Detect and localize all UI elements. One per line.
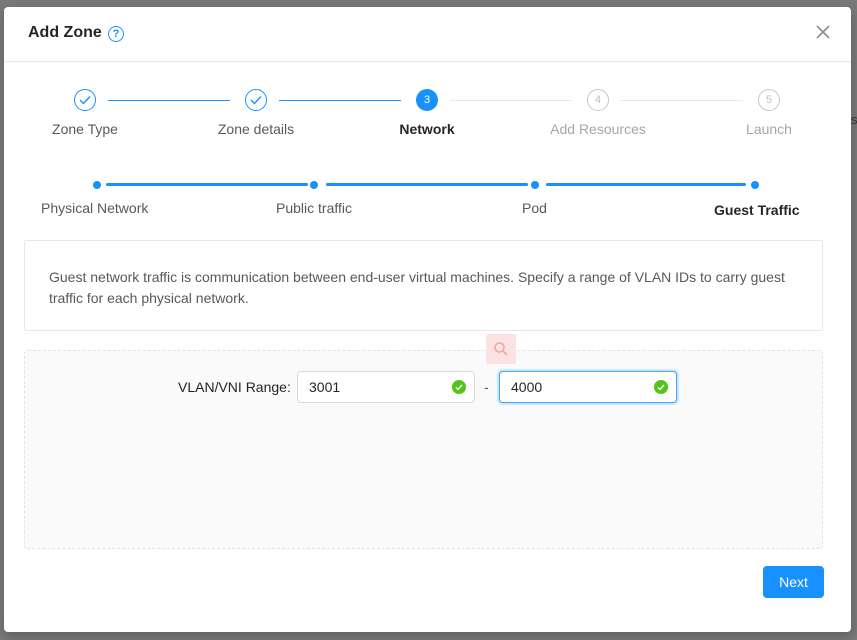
vlan-end-input[interactable]: 4000 [499, 371, 677, 403]
step-add-resources: 4 Add Resources [528, 87, 668, 137]
sub-step-dot [310, 181, 318, 189]
sub-step-dot [93, 181, 101, 189]
step-label: Zone Type [52, 121, 118, 137]
step-zone-details: Zone details [186, 87, 326, 137]
dialog-header: Add Zone ? [4, 7, 851, 62]
step-label: Zone details [217, 121, 295, 137]
sub-step-physical-network[interactable]: Physical Network [41, 200, 148, 216]
backdrop-text: s [851, 112, 857, 127]
step-network: 3 Network [357, 87, 497, 137]
step-label: Launch [746, 121, 792, 137]
vlan-start-value: 3001 [309, 379, 341, 395]
check-circle-icon [452, 380, 466, 394]
vlan-end-value: 4000 [511, 379, 543, 395]
close-icon[interactable] [813, 22, 833, 42]
zoom-icon [486, 334, 516, 364]
next-button[interactable]: Next [763, 566, 824, 598]
step-label: Add Resources [550, 121, 646, 137]
step-zone-type: Zone Type [15, 87, 155, 137]
step-label: Network [399, 121, 455, 137]
range-separator: - [484, 379, 489, 395]
dialog-title: Add Zone [28, 24, 102, 41]
zone-wizard-steps: Zone Type Zone details 3 Network 4 Add R… [0, 87, 847, 157]
check-circle-icon [654, 380, 668, 394]
sub-step-connector [546, 183, 746, 186]
sub-step-dot [531, 181, 539, 189]
step-launch: 5 Launch [699, 87, 839, 137]
sub-step-connector [326, 183, 528, 186]
sub-step-public-traffic[interactable]: Public traffic [276, 200, 352, 216]
sub-step-pod[interactable]: Pod [522, 200, 547, 216]
sub-step-connector [106, 183, 308, 186]
check-icon [245, 89, 267, 111]
check-icon [74, 89, 96, 111]
question-circle-icon[interactable]: ? [108, 26, 124, 42]
vlan-start-input[interactable]: 3001 [297, 371, 475, 403]
sub-step-dot [751, 181, 759, 189]
network-sub-steps: Physical Network Public traffic Pod Gues… [0, 181, 847, 221]
vlan-range-label: VLAN/VNI Range: [178, 379, 291, 395]
sub-step-guest-traffic[interactable]: Guest Traffic [714, 202, 800, 218]
step-number: 4 [587, 89, 609, 111]
guest-traffic-description: Guest network traffic is communication b… [24, 240, 823, 331]
step-number: 3 [416, 89, 438, 111]
step-number: 5 [758, 89, 780, 111]
